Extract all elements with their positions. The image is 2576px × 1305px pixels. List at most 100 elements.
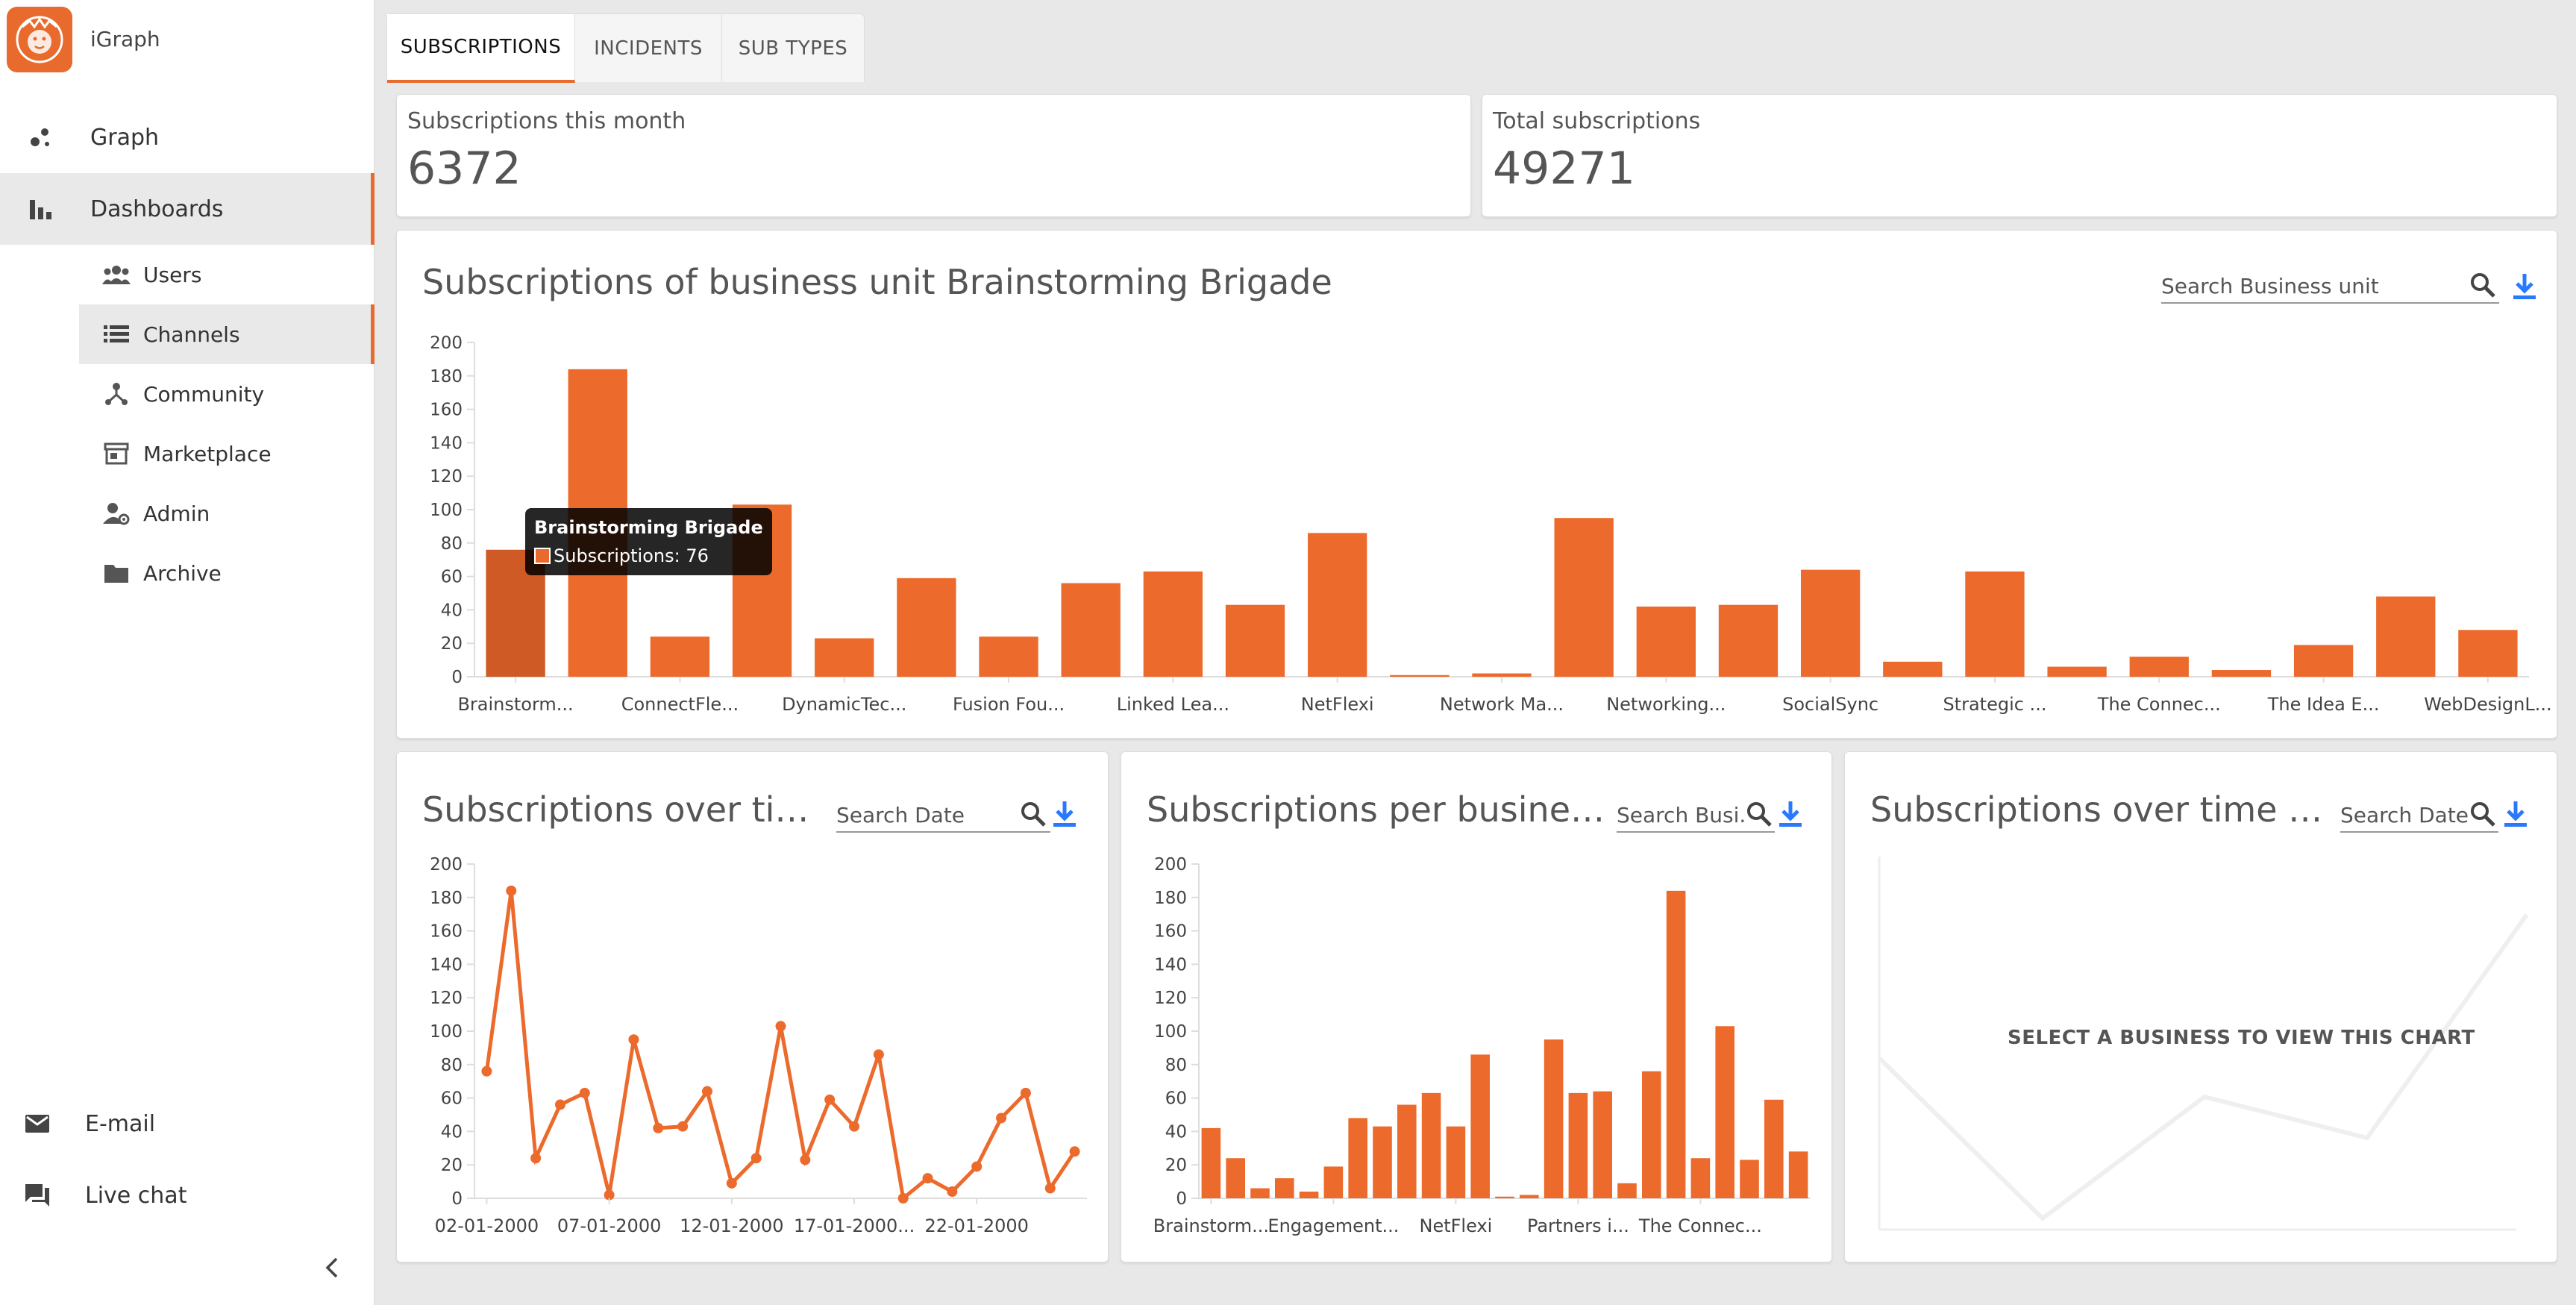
- data-point[interactable]: [750, 1153, 762, 1164]
- download-icon[interactable]: [2503, 800, 2528, 828]
- data-point[interactable]: [1044, 1183, 1056, 1194]
- sidebar-item-graph[interactable]: Graph: [0, 101, 375, 173]
- bar[interactable]: [2458, 630, 2518, 677]
- bar[interactable]: [1495, 1196, 1514, 1198]
- collapse-sidebar-button[interactable]: [321, 1254, 343, 1281]
- bar[interactable]: [1397, 1104, 1417, 1198]
- data-point[interactable]: [775, 1021, 786, 1032]
- bar[interactable]: [979, 636, 1038, 677]
- bar[interactable]: [1636, 606, 1696, 677]
- data-point[interactable]: [506, 885, 517, 896]
- search-icon[interactable]: [2469, 800, 2497, 828]
- bar[interactable]: [2129, 657, 2189, 677]
- lion-logo[interactable]: [7, 7, 72, 72]
- bar[interactable]: [1617, 1183, 1637, 1198]
- data-point[interactable]: [701, 1086, 712, 1097]
- bar[interactable]: [1544, 1039, 1564, 1198]
- data-point[interactable]: [1020, 1087, 1031, 1098]
- download-icon[interactable]: [1052, 800, 1077, 828]
- data-point[interactable]: [800, 1154, 811, 1165]
- data-point[interactable]: [922, 1173, 933, 1184]
- bar[interactable]: [1470, 1054, 1490, 1198]
- sidebar-item-live-chat[interactable]: Live chat: [0, 1160, 375, 1231]
- bar[interactable]: [1308, 533, 1367, 677]
- bar[interactable]: [1715, 1026, 1734, 1198]
- search-input[interactable]: [2340, 798, 2469, 831]
- bar[interactable]: [1800, 569, 1861, 677]
- data-point[interactable]: [677, 1121, 689, 1132]
- data-point[interactable]: [628, 1034, 639, 1045]
- bar[interactable]: [2293, 645, 2354, 677]
- bar[interactable]: [1690, 1158, 1711, 1198]
- bar[interactable]: [2211, 670, 2272, 677]
- bar[interactable]: [1225, 604, 1285, 677]
- y-tick-label: 60: [441, 1089, 463, 1109]
- data-point[interactable]: [971, 1161, 983, 1172]
- bar[interactable]: [1421, 1092, 1441, 1198]
- bar[interactable]: [1740, 1160, 1759, 1198]
- bar[interactable]: [1764, 1099, 1784, 1198]
- data-point[interactable]: [481, 1065, 492, 1077]
- search-icon[interactable]: [1745, 800, 1773, 828]
- bar[interactable]: [2376, 596, 2436, 677]
- bar[interactable]: [1883, 661, 1943, 677]
- data-point[interactable]: [849, 1121, 860, 1132]
- bar[interactable]: [1061, 583, 1121, 677]
- sidebar-item-label: Channels: [143, 322, 240, 347]
- data-point[interactable]: [530, 1153, 542, 1164]
- bar[interactable]: [1201, 1127, 1221, 1198]
- data-point[interactable]: [824, 1094, 836, 1105]
- data-point[interactable]: [554, 1099, 565, 1110]
- sidebar-item-community[interactable]: Community: [79, 364, 375, 424]
- bar[interactable]: [1788, 1151, 1808, 1198]
- search-input[interactable]: [836, 798, 1015, 831]
- sidebar-item-users[interactable]: Users: [79, 245, 375, 304]
- bar[interactable]: [1143, 571, 1203, 677]
- bar[interactable]: [1666, 890, 1686, 1198]
- search-input[interactable]: [2161, 269, 2460, 302]
- data-point[interactable]: [1069, 1146, 1080, 1157]
- bar[interactable]: [1299, 1192, 1319, 1198]
- bar[interactable]: [1718, 604, 1779, 677]
- bar[interactable]: [897, 578, 956, 677]
- bar[interactable]: [1275, 1178, 1294, 1198]
- bar[interactable]: [2047, 666, 2107, 677]
- search-icon[interactable]: [2469, 271, 2497, 299]
- data-point[interactable]: [947, 1186, 958, 1198]
- data-point[interactable]: [726, 1177, 737, 1189]
- sidebar-item-channels[interactable]: Channels: [79, 304, 375, 364]
- download-icon[interactable]: [2512, 272, 2537, 301]
- bar[interactable]: [650, 636, 710, 677]
- bar[interactable]: [1446, 1126, 1466, 1198]
- data-point[interactable]: [873, 1049, 884, 1060]
- sidebar-item-dashboards[interactable]: Dashboards: [0, 173, 375, 245]
- tab-incidents[interactable]: INCIDENTS: [575, 14, 722, 83]
- tab-sub-types[interactable]: SUB TYPES: [722, 14, 864, 83]
- bar[interactable]: [1323, 1166, 1344, 1198]
- bar[interactable]: [1226, 1158, 1245, 1198]
- data-point[interactable]: [996, 1112, 1007, 1124]
- download-icon[interactable]: [1778, 800, 1803, 828]
- data-point[interactable]: [653, 1122, 664, 1133]
- data-point[interactable]: [579, 1087, 590, 1098]
- bar[interactable]: [1472, 673, 1532, 677]
- bar[interactable]: [1348, 1118, 1367, 1198]
- search-input[interactable]: [1617, 798, 1745, 831]
- search-icon[interactable]: [1019, 800, 1047, 828]
- bar[interactable]: [1520, 1195, 1539, 1198]
- bar[interactable]: [1554, 518, 1614, 677]
- bar[interactable]: [1250, 1188, 1270, 1198]
- tab-subscriptions[interactable]: SUBSCRIPTIONS: [387, 14, 575, 83]
- bar[interactable]: [1390, 675, 1450, 677]
- bar[interactable]: [1642, 1071, 1661, 1198]
- bar[interactable]: [1593, 1091, 1612, 1198]
- bar[interactable]: [1965, 571, 2025, 677]
- sidebar-item-archive[interactable]: Archive: [79, 543, 375, 603]
- bar[interactable]: [1373, 1126, 1392, 1198]
- bar[interactable]: [1568, 1092, 1588, 1198]
- sidebar-item-admin[interactable]: Admin: [79, 483, 375, 543]
- sidebar-item-marketplace[interactable]: Marketplace: [79, 424, 375, 483]
- bar[interactable]: [815, 638, 874, 677]
- data-point[interactable]: [897, 1193, 909, 1204]
- sidebar-item-email[interactable]: E-mail: [0, 1088, 375, 1160]
